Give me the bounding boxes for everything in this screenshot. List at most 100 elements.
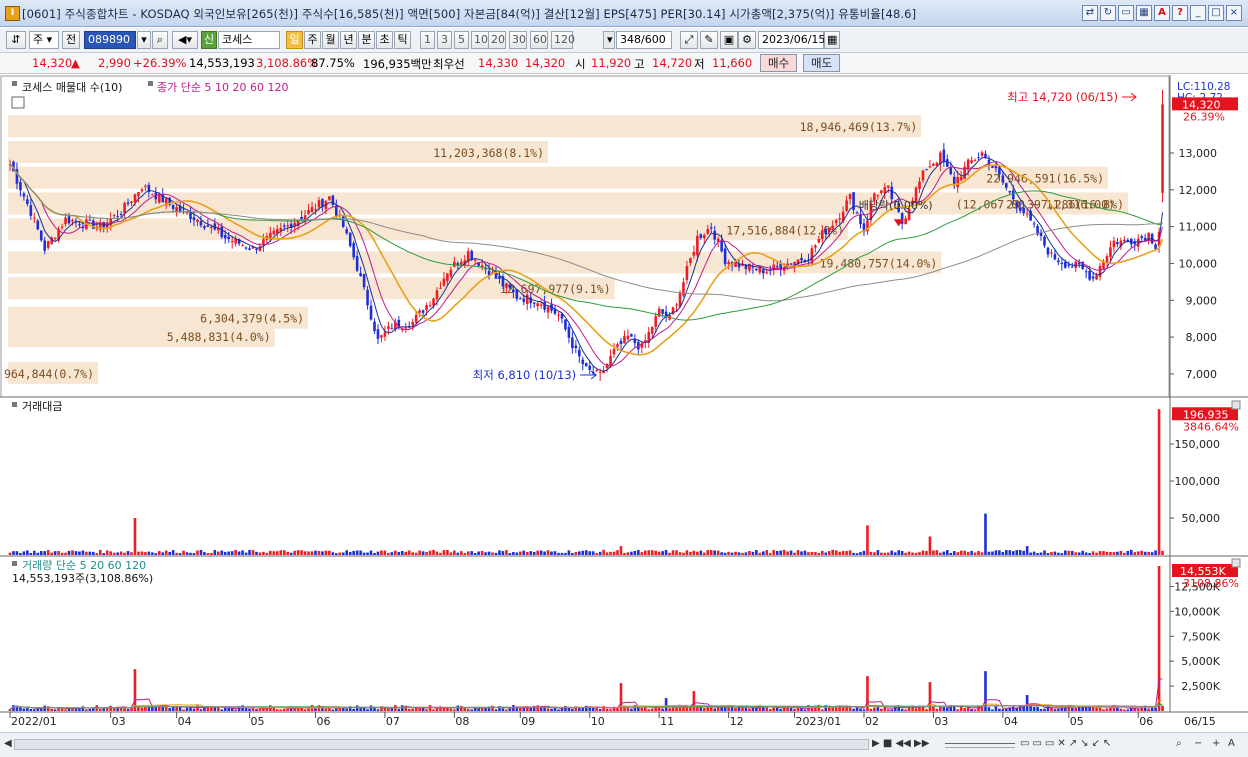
volume-bar	[550, 708, 553, 711]
amount-bar	[206, 552, 210, 555]
amount-bar	[810, 552, 814, 555]
volume-bar	[987, 707, 991, 711]
interval-button-3[interactable]: 3	[437, 31, 452, 49]
period-tab-1[interactable]: 주	[304, 31, 321, 49]
tool-icons[interactable]: ▭▭▭✕↗↘↙↖	[1020, 737, 1114, 752]
search-icon[interactable]: ⌕	[152, 31, 168, 49]
amount-bar	[29, 552, 33, 555]
volume-bar	[182, 709, 185, 711]
app-icon: I	[5, 6, 20, 21]
candle-body	[331, 195, 335, 206]
period-tab-3[interactable]: 년	[340, 31, 357, 49]
candle-body	[928, 166, 932, 168]
candle-body	[439, 287, 442, 289]
candle-body	[192, 217, 196, 221]
volume-bar	[1046, 705, 1050, 711]
volume-bar	[414, 707, 418, 711]
refresh-icon[interactable]: ↻	[1100, 5, 1116, 21]
volume-bar	[584, 705, 588, 711]
candle-body	[855, 212, 859, 214]
amount-bar	[779, 550, 782, 555]
period-tab-4[interactable]: 분	[358, 31, 375, 49]
help-icon[interactable]: ?	[1172, 5, 1188, 21]
amount-bar	[477, 551, 480, 555]
speed-slider[interactable]	[945, 743, 1015, 748]
amount-bar	[647, 550, 651, 555]
amount-tag-percent: 3846.64%	[1183, 420, 1239, 433]
window-icon[interactable]: ▭	[1118, 5, 1134, 21]
minus-icon[interactable]: −	[1194, 737, 1202, 752]
candle-body	[1136, 238, 1140, 247]
font-size-icon[interactable]: A	[1228, 737, 1235, 752]
prev-button[interactable]: 전	[62, 31, 80, 49]
calendar-icon[interactable]: ▦	[824, 31, 840, 49]
interval-button-1[interactable]: 1	[420, 31, 435, 49]
amount-bar	[723, 552, 727, 555]
interval-button-5[interactable]: 5	[454, 31, 469, 49]
amount-bar	[515, 552, 519, 555]
volume-bar	[942, 707, 946, 711]
stock-name-field[interactable]: 코세스	[218, 31, 280, 49]
minimize-button[interactable]: _	[1190, 5, 1206, 21]
candle-body	[1043, 236, 1046, 246]
split-icon[interactable]: ▦	[1136, 5, 1152, 21]
maximize-button[interactable]: □	[1208, 5, 1224, 21]
scroll-track[interactable]	[14, 739, 869, 750]
interval-button-30[interactable]: 30	[509, 31, 527, 49]
volume-bar	[397, 708, 401, 711]
amount-bar	[591, 551, 595, 555]
grid-toggle-icon[interactable]	[11, 96, 25, 109]
amount-bar	[234, 549, 237, 555]
candle-body	[925, 169, 928, 171]
volume-bar	[390, 708, 394, 711]
candle-body	[886, 185, 890, 188]
candle-body	[654, 316, 657, 327]
interval-button-120[interactable]: 120	[551, 31, 575, 49]
interval-button-10[interactable]: 10	[471, 31, 489, 49]
zoom-icon[interactable]: ⤢	[680, 31, 698, 49]
candle-body	[227, 236, 231, 240]
candle-body	[598, 372, 602, 374]
period-tab-6[interactable]: 틱	[394, 31, 411, 49]
count-field[interactable]: 348/600	[616, 31, 672, 49]
interval-button-60[interactable]: 60	[530, 31, 548, 49]
zoom-in-icon[interactable]: ⌕	[1176, 737, 1182, 752]
link-icon[interactable]: ⇄	[1082, 5, 1098, 21]
candle-body	[848, 193, 852, 200]
candle-body	[581, 359, 585, 365]
amount-bar	[1029, 552, 1032, 555]
settings-icon[interactable]: ⚙	[738, 31, 756, 49]
interval-button-20[interactable]: 20	[488, 31, 506, 49]
play-icon[interactable]: ▶ ■ ◀◀ ▶▶	[872, 737, 929, 752]
date-field[interactable]: 2023/06/15	[758, 31, 825, 49]
code-dropdown-icon[interactable]: ▾	[137, 31, 151, 49]
tool-icon[interactable]: ✎	[700, 31, 718, 49]
chart-area[interactable]: 964,844(0.7%) 5,488,831(4.0%) 6,304,379(4.…	[0, 75, 1248, 732]
close-button[interactable]: ×	[1226, 5, 1242, 21]
type-select[interactable]: 주 ▾	[29, 31, 59, 49]
panel-menu-icon[interactable]	[1231, 558, 1241, 568]
scroll-left-icon[interactable]: ◀	[4, 737, 12, 752]
volume-bar	[1154, 707, 1157, 711]
save-icon[interactable]: ▣	[720, 31, 738, 49]
amount-bar	[536, 550, 539, 555]
plus-icon[interactable]: +	[1212, 737, 1220, 752]
stock-code-input[interactable]: 089890	[84, 31, 136, 49]
volume-bar	[1147, 708, 1150, 711]
amount-bar	[1088, 553, 1091, 555]
panel-menu-icon[interactable]	[1231, 400, 1241, 410]
sound-icon[interactable]: ◀▾	[172, 31, 198, 49]
candle-body	[519, 298, 522, 300]
chart-menu-icon[interactable]: ⇵	[6, 31, 26, 49]
font-icon[interactable]: A	[1154, 5, 1170, 21]
volume-bar	[755, 707, 758, 711]
candle-body	[116, 215, 119, 217]
interval-dropdown-icon[interactable]: ▾	[603, 31, 615, 49]
buy-button[interactable]: 매수	[760, 54, 798, 72]
volume-axis-label: 5,000K	[1181, 655, 1220, 668]
volume-bar	[33, 709, 36, 711]
period-tab-5[interactable]: 초	[376, 31, 393, 49]
sell-button[interactable]: 매도	[803, 54, 841, 72]
period-tab-0[interactable]: 일	[286, 31, 303, 49]
period-tab-2[interactable]: 월	[322, 31, 339, 49]
